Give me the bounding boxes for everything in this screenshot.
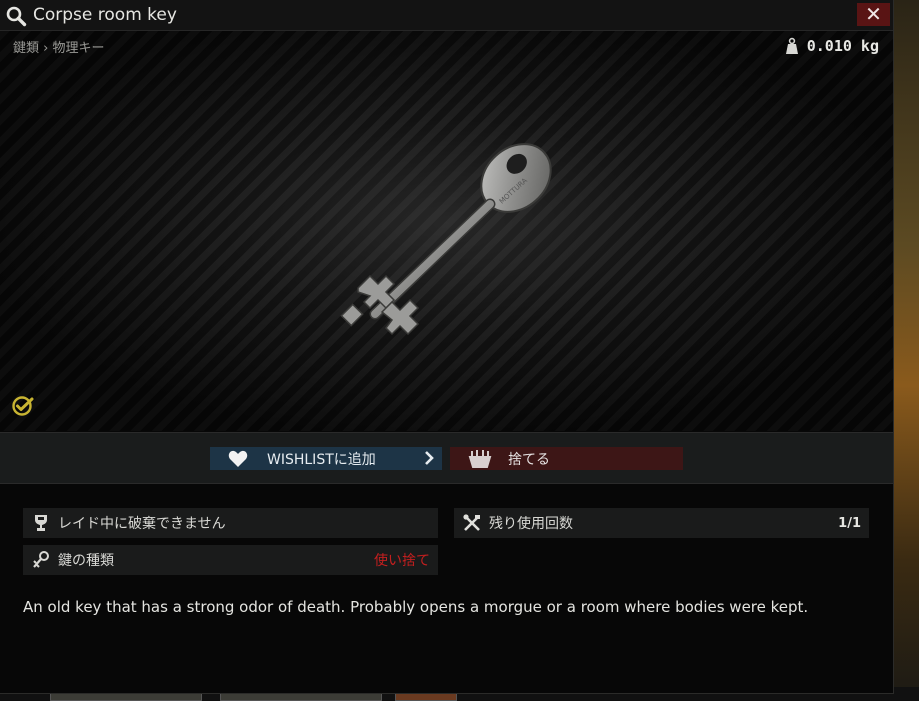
- item-preview: 鍵類 › 物理キー 0.010 kg MOTTURA: [0, 31, 893, 431]
- window-titlebar[interactable]: Corpse room key ✕: [0, 0, 893, 31]
- key-icon: [33, 551, 49, 568]
- item-inspect-window: Corpse room key ✕ 鍵類 › 物理キー 0.010 kg MOT…: [0, 0, 894, 694]
- chevron-right-icon: [425, 451, 434, 465]
- breadcrumb-subcategory[interactable]: 物理キー: [53, 41, 105, 56]
- stat-uses-label: 残り使用回数: [489, 516, 573, 532]
- add-to-wishlist-button[interactable]: WISHLISTに追加: [210, 447, 442, 470]
- item-weight: 0.010 kg: [783, 37, 879, 55]
- breadcrumb-category[interactable]: 鍵類: [13, 41, 39, 56]
- discard-button[interactable]: 捨てる: [450, 447, 683, 470]
- stat-key-type-value: 使い捨て: [374, 553, 430, 569]
- trophy-icon: [35, 515, 47, 531]
- stat-key-type-label: 鍵の種類: [58, 553, 114, 569]
- stat-uses-remaining: 残り使用回数 1/1: [454, 508, 869, 538]
- weight-icon: [785, 37, 798, 54]
- stat-key-type: 鍵の種類 使い捨て: [23, 545, 438, 575]
- heart-icon: [228, 450, 248, 467]
- magnifier-icon: [6, 6, 27, 27]
- key-image: MOTTURA: [340, 143, 552, 336]
- window-title: Corpse room key: [33, 5, 177, 25]
- item-description: An old key that has a strong odor of dea…: [23, 598, 809, 616]
- breadcrumb: 鍵類 › 物理キー: [13, 37, 105, 56]
- discard-icon: [468, 449, 492, 468]
- action-bar: WISHLISTに追加 捨てる: [0, 432, 893, 484]
- breadcrumb-separator: ›: [43, 41, 49, 56]
- weight-value: 0.010 kg: [806, 37, 879, 55]
- wishlist-label: WISHLISTに追加: [267, 451, 376, 468]
- stat-no-discard-in-raid: レイド中に破棄できません: [23, 508, 438, 538]
- stat-uses-value: 1/1: [838, 515, 861, 531]
- stat-no-discard-label: レイド中に破棄できません: [58, 516, 226, 532]
- tools-icon: [463, 514, 480, 531]
- close-button[interactable]: ✕: [857, 3, 890, 26]
- discard-label: 捨てる: [508, 451, 550, 468]
- checkmark-circle-icon: [12, 396, 34, 416]
